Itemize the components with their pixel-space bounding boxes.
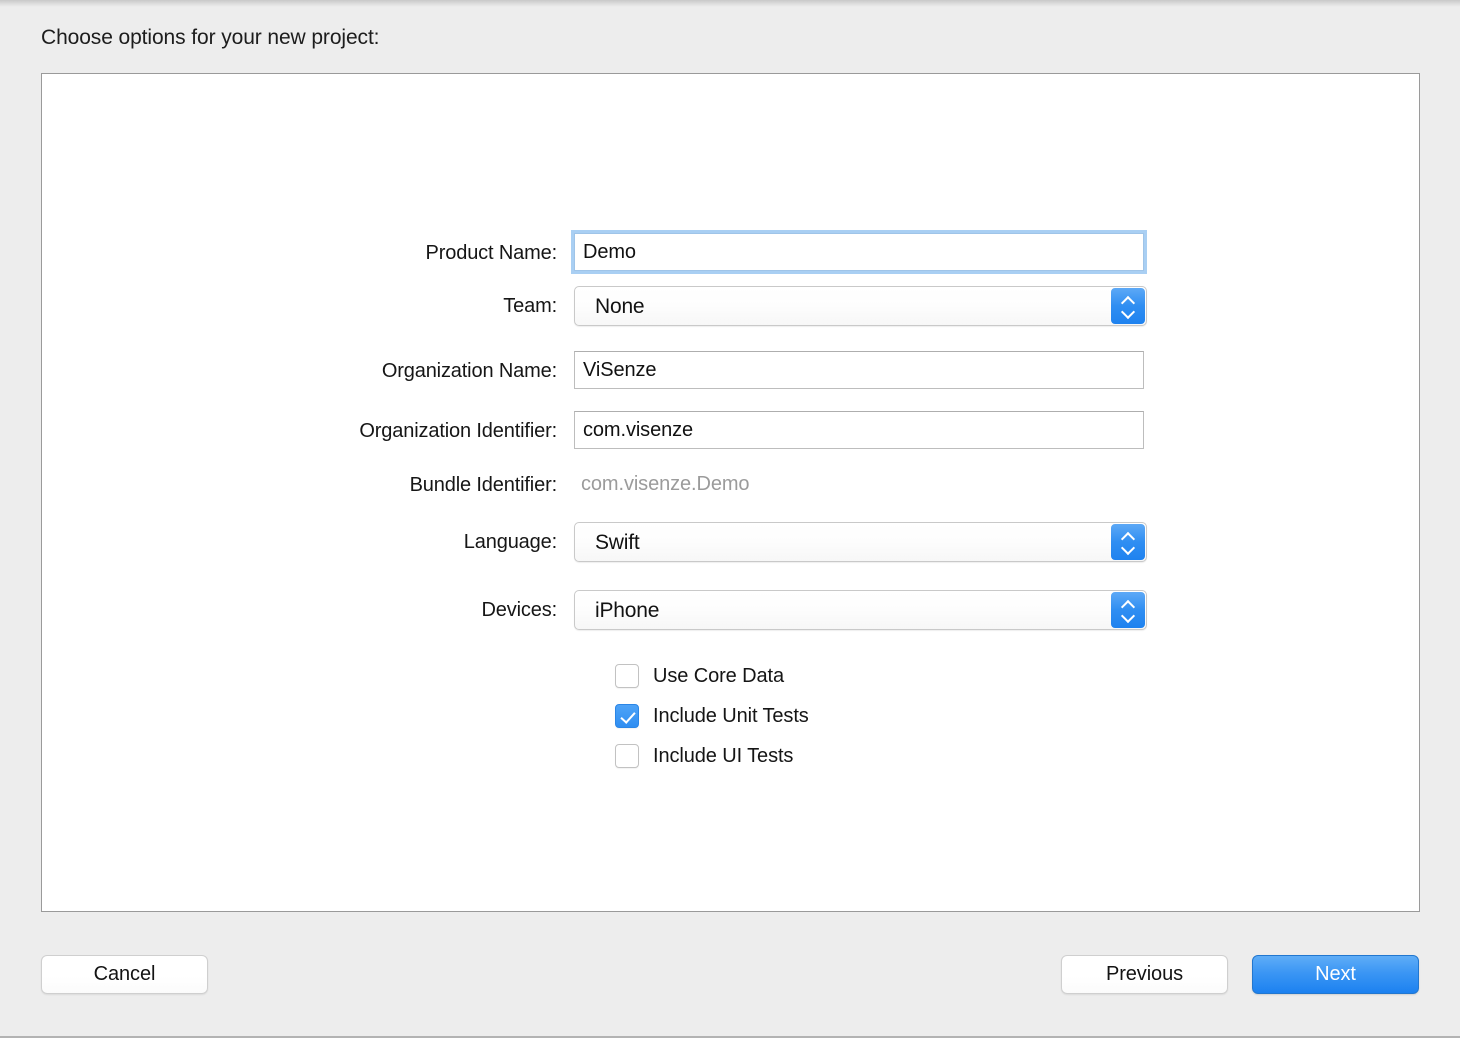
team-popup-value: None (595, 295, 645, 318)
new-project-options-sheet: Choose options for your new project: Pro… (0, 0, 1460, 1038)
window-bottom-edge (0, 1032, 1460, 1038)
include-unit-tests-checkbox[interactable] (615, 704, 639, 728)
label-devices: Devices: (481, 599, 558, 621)
label-product-name: Product Name: (425, 242, 558, 264)
form-row-team: Team: None (42, 286, 1419, 326)
product-name-focus-ring (574, 233, 1144, 271)
form-row-bundle-identifier: Bundle Identifier: com.visenze.Demo (42, 465, 1419, 505)
include-ui-tests-label: Include UI Tests (653, 744, 794, 767)
options-panel: Product Name: Team: None Organizatio (41, 73, 1420, 912)
devices-popup-button[interactable]: iPhone (574, 590, 1147, 630)
form-row-organization-name: Organization Name: (42, 351, 1419, 391)
label-organization-name: Organization Name: (381, 360, 557, 382)
field-language: Swift (574, 522, 1147, 562)
label-organization-identifier: Organization Identifier: (359, 420, 557, 442)
checkbox-row-use-core-data[interactable]: Use Core Data (615, 659, 784, 693)
use-core-data-checkbox[interactable] (615, 664, 639, 688)
window-titlebar-edge (0, 0, 1460, 7)
chevron-updown-icon[interactable] (1111, 288, 1145, 324)
chevron-updown-icon[interactable] (1111, 592, 1145, 628)
use-core-data-label: Use Core Data (653, 664, 784, 687)
include-ui-tests-checkbox[interactable] (615, 744, 639, 768)
field-devices: iPhone (574, 590, 1147, 630)
form-row-organization-identifier: Organization Identifier: (42, 411, 1419, 451)
page-title: Choose options for your new project: (41, 26, 380, 49)
field-team: None (574, 286, 1147, 326)
include-unit-tests-label: Include Unit Tests (653, 704, 809, 727)
label-team: Team: (503, 295, 557, 317)
team-popup-button[interactable]: None (574, 286, 1147, 326)
bundle-identifier-value: com.visenze.Demo (581, 473, 750, 495)
field-organization-identifier (574, 411, 1144, 449)
field-organization-name (574, 351, 1144, 389)
next-button[interactable]: Next (1252, 955, 1419, 994)
checkbox-row-include-ui-tests[interactable]: Include UI Tests (615, 739, 793, 773)
label-language: Language: (463, 531, 557, 553)
language-popup-button[interactable]: Swift (574, 522, 1147, 562)
cancel-button[interactable]: Cancel (41, 955, 208, 994)
form-row-product-name: Product Name: (42, 233, 1419, 273)
form-row-devices: Devices: iPhone (42, 590, 1419, 630)
organization-identifier-input[interactable] (574, 411, 1144, 449)
organization-name-input[interactable] (574, 351, 1144, 389)
checkbox-row-include-unit-tests[interactable]: Include Unit Tests (615, 699, 809, 733)
field-bundle-identifier: com.visenze.Demo (574, 465, 750, 503)
devices-popup-value: iPhone (595, 599, 660, 622)
field-product-name (574, 233, 1144, 271)
form-row-language: Language: Swift (42, 522, 1419, 562)
chevron-updown-icon[interactable] (1111, 524, 1145, 560)
language-popup-value: Swift (595, 531, 640, 554)
label-bundle-identifier: Bundle Identifier: (409, 474, 558, 496)
product-name-input[interactable] (574, 233, 1144, 271)
previous-button[interactable]: Previous (1061, 955, 1228, 994)
